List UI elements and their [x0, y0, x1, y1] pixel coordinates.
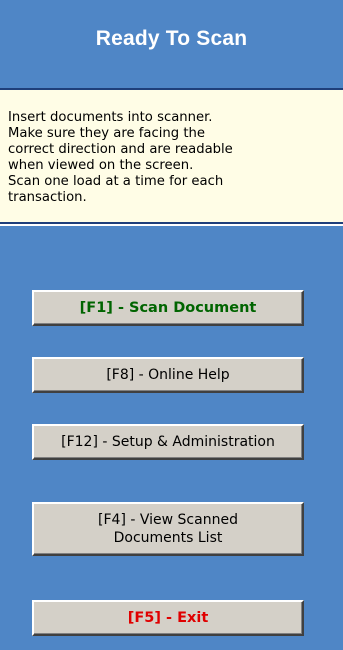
instructions-box: Insert documents into scanner. Make sure… — [0, 90, 343, 224]
button-area: [F1] - Scan Document [F8] - Online Help … — [0, 226, 343, 650]
header-bar: Ready To Scan — [0, 0, 343, 90]
scan-document-button[interactable]: [F1] - Scan Document — [32, 290, 304, 326]
page-title: Ready To Scan — [95, 27, 248, 50]
instructions-text: Insert documents into scanner. Make sure… — [8, 110, 233, 205]
setup-administration-button[interactable]: [F12] - Setup & Administration — [32, 424, 304, 460]
online-help-button[interactable]: [F8] - Online Help — [32, 357, 304, 393]
view-scanned-documents-button[interactable]: [F4] - View Scanned Documents List — [32, 502, 304, 556]
exit-button[interactable]: [F5] - Exit — [32, 600, 304, 636]
ready-to-scan-panel: Ready To Scan Insert documents into scan… — [0, 0, 343, 650]
